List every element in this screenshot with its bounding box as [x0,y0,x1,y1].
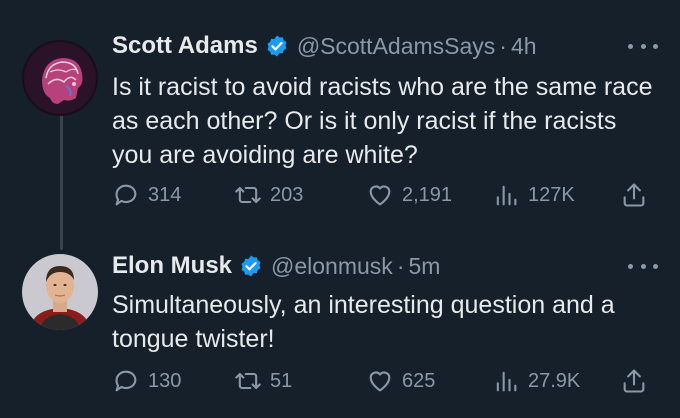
reply-count: 130 [148,369,182,392]
retweet-icon [235,372,261,390]
author-name[interactable]: Scott Adams [112,32,258,60]
reply-button[interactable]: 314 [112,178,181,212]
tweet-timestamp[interactable]: 5m [408,253,440,280]
like-button[interactable]: 625 [366,364,435,398]
verified-badge-icon [267,35,287,57]
retweet-count: 203 [270,183,304,206]
reply-button[interactable]: 130 [112,364,181,398]
reply-icon [115,370,137,392]
tweet-scott-adams[interactable]: Scott Adams @ScottAdamsSays · 4h Is it r… [0,0,680,240]
retweet-count: 51 [270,369,293,392]
view-count: 127K [528,183,575,206]
tweet-header: Elon Musk @elonmusk · 5m [112,250,440,282]
verified-badge-icon [241,255,261,277]
like-icon [369,371,391,392]
views-button[interactable]: 127K [492,178,575,212]
views-button[interactable]: 27.9K [492,364,580,398]
view-count: 27.9K [528,369,581,392]
views-icon [496,371,517,392]
like-button[interactable]: 2,191 [366,178,452,212]
tweet-header: Scott Adams @ScottAdamsSays · 4h [112,30,537,62]
share-button[interactable] [620,178,656,212]
avatar[interactable] [22,254,98,330]
share-icon [623,183,645,207]
reply-count: 314 [148,183,182,206]
author-name[interactable]: Elon Musk [112,252,232,280]
tweet-text: Simultaneously, an interesting question … [112,291,615,353]
author-handle[interactable]: @ScottAdamsSays [297,33,495,60]
avatar[interactable] [22,40,98,116]
tweet-timestamp[interactable]: 4h [511,33,537,60]
share-button[interactable] [620,364,656,398]
tweet-actions: 130 51 625 27.9K [112,364,660,398]
like-icon [369,185,391,206]
retweet-button[interactable]: 203 [234,178,303,212]
more-icon[interactable] [628,36,658,56]
retweet-icon [235,186,261,204]
tweet-actions: 314 203 2,191 127K [112,178,660,212]
like-count: 625 [402,369,436,392]
tweet-elon-musk[interactable]: Elon Musk @elonmusk · 5m Simultaneously,… [0,240,680,418]
retweet-button[interactable]: 51 [234,364,292,398]
more-icon[interactable] [628,256,658,276]
tweet-text: Is it racist to avoid racists who are th… [112,73,653,169]
header-separator: · [396,252,405,279]
like-count: 2,191 [402,183,453,206]
header-separator: · [499,32,507,59]
views-icon [496,185,517,206]
reply-icon [115,184,137,206]
author-handle[interactable]: @elonmusk [271,253,393,280]
share-icon [623,369,645,393]
